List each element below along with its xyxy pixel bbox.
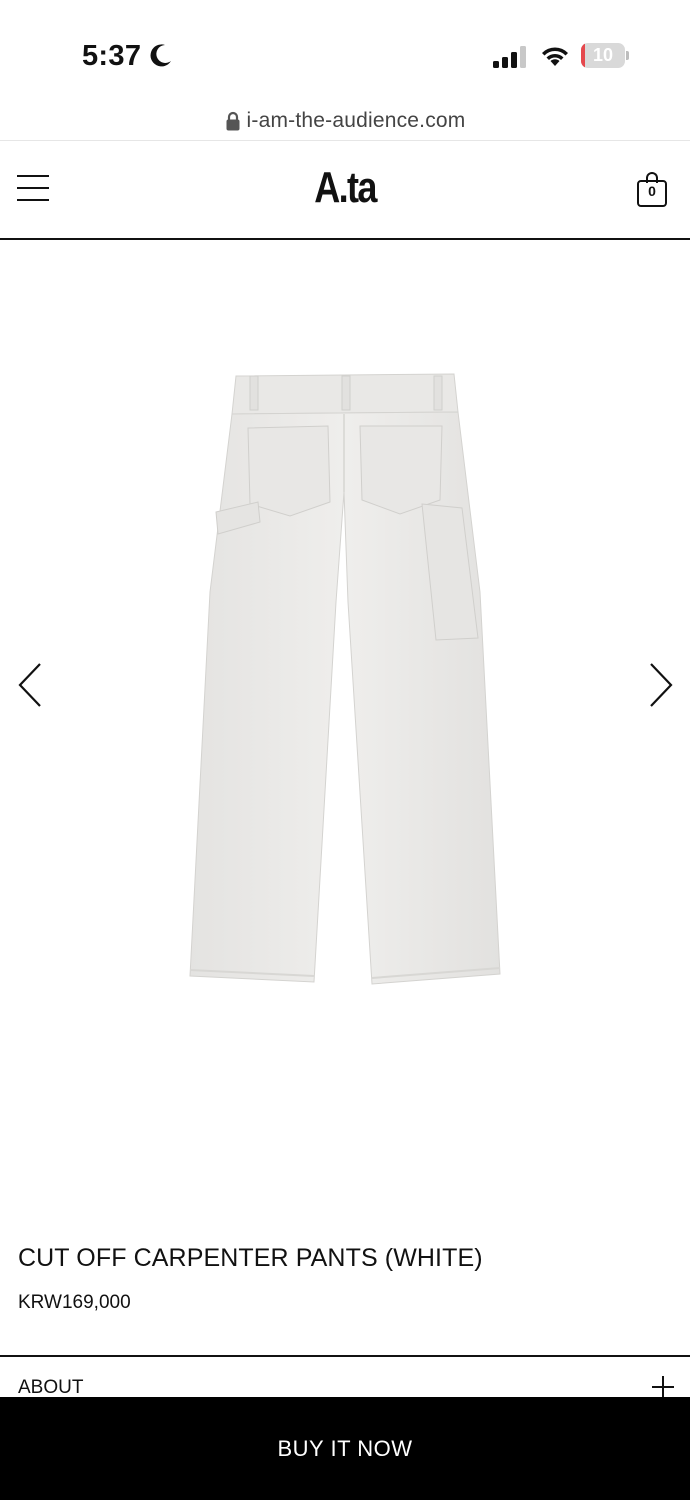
url-text[interactable]: i-am-the-audience.com (247, 109, 466, 133)
status-time: 5:37 (82, 40, 142, 72)
signal-icon (493, 46, 526, 68)
product-title: CUT OFF CARPENTER PANTS (WHITE) (18, 1244, 483, 1272)
about-label: ABOUT (18, 1377, 84, 1398)
menu-icon[interactable] (17, 175, 49, 205)
wifi-icon (542, 47, 568, 66)
product-gallery (0, 242, 690, 1232)
browser-url-bar[interactable]: i-am-the-audience.com (0, 100, 690, 141)
site-logo[interactable]: A.ta (62, 163, 628, 213)
moon-icon (150, 44, 171, 67)
about-accordion[interactable]: ABOUT (0, 1357, 690, 1399)
plus-icon[interactable] (652, 1376, 674, 1398)
chevron-right-icon[interactable] (645, 662, 675, 708)
product-price: KRW169,000 (18, 1292, 131, 1313)
lock-icon (226, 111, 240, 131)
cart-count: 0 (648, 183, 656, 199)
battery-level: 10 (592, 45, 614, 65)
status-bar: 5:37 10 (0, 0, 690, 100)
site-header: A.ta 0 (0, 141, 690, 240)
chevron-left-icon[interactable] (16, 662, 46, 708)
battery-icon: 10 (581, 43, 629, 68)
pants-image (189, 373, 501, 985)
cart-icon[interactable]: 0 (637, 172, 667, 208)
buy-it-now-button[interactable]: BUY IT NOW (0, 1397, 690, 1500)
